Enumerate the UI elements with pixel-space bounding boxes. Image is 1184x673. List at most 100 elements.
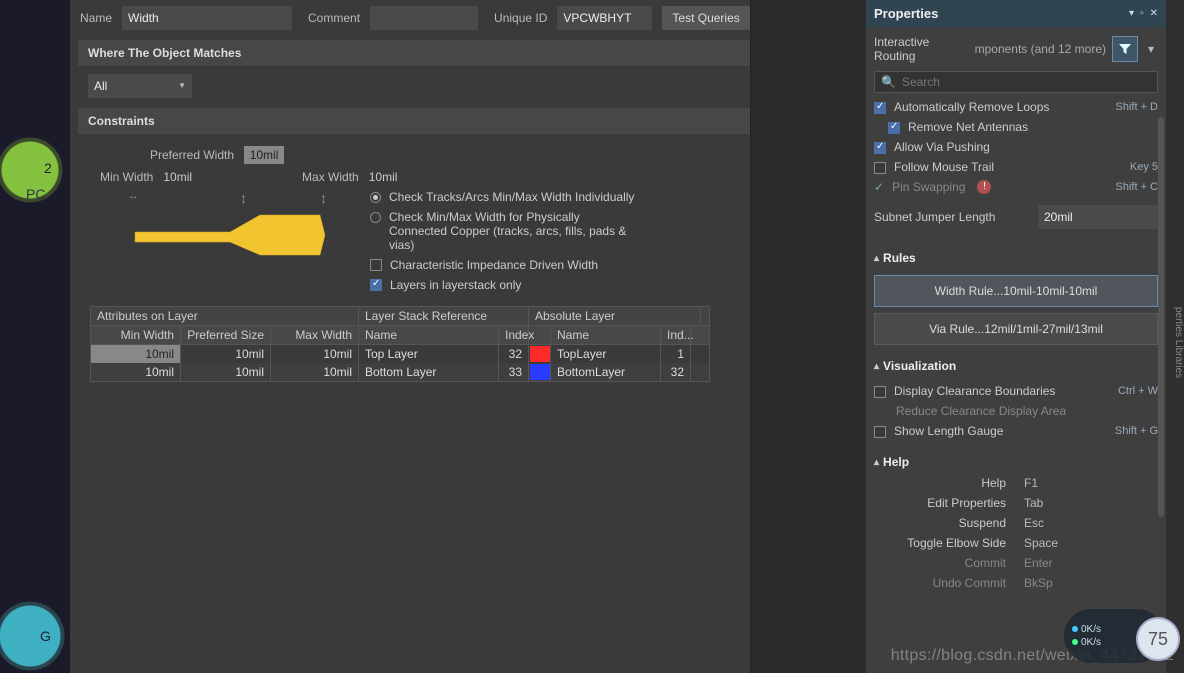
col-lindex[interactable]: Ind... <box>661 326 691 344</box>
visualization-section-title[interactable]: Visualization <box>866 351 1166 377</box>
subnet-jumper-input[interactable] <box>1038 205 1158 229</box>
impedance-driven-checkbox[interactable]: Characteristic Impedance Driven Width <box>370 258 639 272</box>
cell-lname[interactable]: TopLayer <box>551 345 661 363</box>
layers-in-stack-checkbox[interactable]: Layers in layerstack only <box>370 278 639 292</box>
help-value: BkSp <box>1024 576 1053 590</box>
rules-section-title[interactable]: Rules <box>866 243 1166 269</box>
table-row[interactable]: 10mil10mil10milTop Layer32TopLayer1 <box>91 345 709 363</box>
strip-stub: 2 <box>44 160 52 176</box>
filter-icon[interactable] <box>1112 36 1138 62</box>
pin-icon[interactable]: ▾ <box>1129 8 1134 19</box>
close-icon[interactable]: ✕ <box>1150 8 1158 19</box>
checkbox-icon <box>888 122 900 134</box>
checkbox-label: Characteristic Impedance Driven Width <box>390 258 598 272</box>
checkbox-icon <box>874 426 886 438</box>
cell-min[interactable]: 10mil <box>91 345 181 363</box>
checkbox-label: Remove Net Antennas <box>908 120 1028 134</box>
panel-titlebar[interactable]: Properties ▾ ▫ ✕ <box>866 0 1166 27</box>
col-name[interactable]: Name <box>359 326 499 344</box>
match-scope-select[interactable]: All <box>88 74 192 98</box>
help-key: Commit <box>874 556 1024 570</box>
name-label: Name <box>80 11 112 25</box>
remove-net-antennas-checkbox[interactable]: Remove Net Antennas <box>874 117 1158 137</box>
auto-remove-loops-checkbox[interactable]: Automatically Remove Loops Shift + D <box>874 97 1158 117</box>
help-key: Edit Properties <box>874 496 1024 510</box>
col-group-stack: Layer Stack Reference <box>359 307 529 325</box>
col-max[interactable]: Max Width <box>271 326 359 344</box>
search-icon: 🔍 <box>881 75 896 89</box>
width-rule-button[interactable]: Width Rule...10mil-10mil-10mil <box>874 275 1158 307</box>
via-rule-button[interactable]: Via Rule...12mil/1mil-27mil/13mil <box>874 313 1158 345</box>
col-index[interactable]: Index <box>499 326 529 344</box>
col-min[interactable]: Min Width <box>91 326 181 344</box>
cell-lindex[interactable]: 32 <box>661 363 691 381</box>
table-row[interactable]: 10mil10mil10milBottom Layer33BottomLayer… <box>91 363 709 381</box>
max-width-label: Max Width <box>302 170 359 184</box>
pin-swapping-checkbox[interactable]: ✓ Pin Swapping ! Shift + C <box>874 177 1158 197</box>
search-input[interactable] <box>902 75 1151 89</box>
help-key: Undo Commit <box>874 576 1024 590</box>
cell-lname[interactable]: BottomLayer <box>551 363 661 381</box>
help-value: Tab <box>1024 496 1043 510</box>
col-lname[interactable]: Name <box>551 326 661 344</box>
checkbox-icon <box>370 279 382 291</box>
strip-stub: G <box>40 628 51 644</box>
cell-index[interactable]: 32 <box>499 345 529 363</box>
test-queries-button[interactable]: Test Queries <box>662 6 749 30</box>
strip-stub: PC <box>26 186 45 202</box>
preferred-width-input[interactable] <box>244 146 284 164</box>
maximize-icon[interactable]: ▫ <box>1140 8 1144 19</box>
panel-menu-icon[interactable]: ▾ <box>1144 36 1158 62</box>
cell-pref[interactable]: 10mil <box>181 363 271 381</box>
checkbox-icon <box>370 259 382 271</box>
preferred-width-label: Preferred Width <box>150 148 234 162</box>
checkbox-label: Pin Swapping <box>892 180 965 194</box>
match-section-header: Where The Object Matches <box>78 40 856 66</box>
check-physically-connected-radio[interactable]: Check Min/Max Width for Physically Conne… <box>370 210 639 252</box>
checkbox-label: Allow Via Pushing <box>894 140 990 154</box>
checkbox-label: Follow Mouse Trail <box>894 160 994 174</box>
shortcut: Ctrl + W <box>1118 385 1158 397</box>
cell-index[interactable]: 33 <box>499 363 529 381</box>
header-row: Name Comment Unique ID Test Queries <box>80 6 854 30</box>
reduce-clearance-checkbox: Reduce Clearance Display Area <box>874 401 1158 421</box>
follow-mouse-trail-checkbox[interactable]: Follow Mouse Trail Key 5 <box>874 157 1158 177</box>
help-value: F1 <box>1024 476 1038 490</box>
help-value: Enter <box>1024 556 1053 570</box>
percent-badge: 75 <box>1136 617 1180 661</box>
help-section-title[interactable]: Help <box>866 447 1166 473</box>
show-length-gauge-checkbox[interactable]: Show Length Gauge Shift + G <box>874 421 1158 441</box>
cell-pref[interactable]: 10mil <box>181 345 271 363</box>
col-pref[interactable]: Preferred Size <box>181 326 271 344</box>
constraints-section-header: Constraints <box>78 108 856 134</box>
docked-tabs[interactable]: perties Libraries <box>1166 0 1184 673</box>
rule-editor: Name Comment Unique ID Test Queries Wher… <box>70 0 864 673</box>
col-group-abs: Absolute Layer <box>529 307 701 325</box>
checkbox-icon <box>874 386 886 398</box>
allow-via-pushing-checkbox[interactable]: Allow Via Pushing <box>874 137 1158 157</box>
subnet-jumper-label: Subnet Jumper Length <box>874 210 1028 224</box>
help-row: HelpF1 <box>866 473 1166 493</box>
display-clearance-checkbox[interactable]: Display Clearance Boundaries Ctrl + W <box>874 381 1158 401</box>
search-field[interactable]: 🔍 <box>874 71 1158 93</box>
comment-input[interactable] <box>370 6 478 30</box>
cell-max[interactable]: 10mil <box>271 345 359 363</box>
help-row: CommitEnter <box>866 553 1166 573</box>
layer-attributes-table[interactable]: Attributes on Layer Layer Stack Referenc… <box>90 306 710 382</box>
max-width-value: 10mil <box>369 170 398 184</box>
name-input[interactable] <box>122 6 292 30</box>
cell-name[interactable]: Bottom Layer <box>359 363 499 381</box>
cell-max[interactable]: 10mil <box>271 363 359 381</box>
checkbox-label: Layers in layerstack only <box>390 278 521 292</box>
checkbox-icon <box>874 162 886 174</box>
trace-width-graphic: ↓ ↑ ↓ ↑ ↔ <box>90 190 340 280</box>
cell-min[interactable]: 10mil <box>91 363 181 381</box>
cell-lindex[interactable]: 1 <box>661 345 691 363</box>
check-individually-radio[interactable]: Check Tracks/Arcs Min/Max Width Individu… <box>370 190 639 204</box>
net-up: 0K/s <box>1081 624 1101 635</box>
help-value: Space <box>1024 536 1058 550</box>
uid-input[interactable] <box>557 6 652 30</box>
cell-name[interactable]: Top Layer <box>359 345 499 363</box>
cell-swatch <box>529 363 551 381</box>
scrollbar-thumb[interactable] <box>1158 117 1164 517</box>
